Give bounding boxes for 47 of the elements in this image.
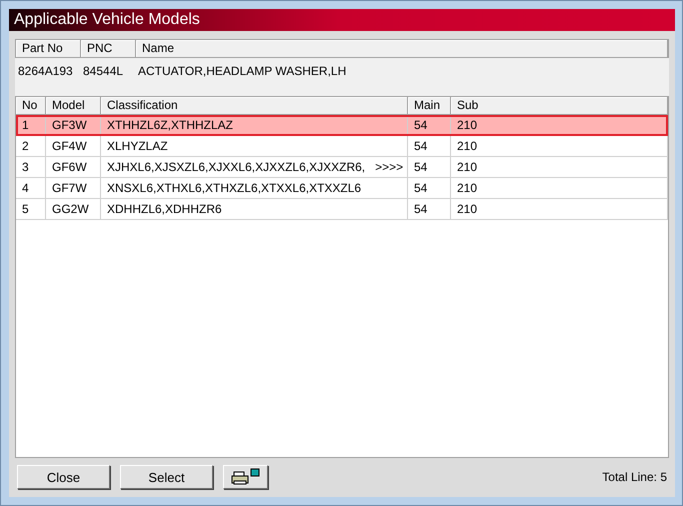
part-value: 84544L [82, 64, 124, 78]
column-header[interactable]: Part No [16, 40, 81, 57]
column-header[interactable]: Name [136, 40, 668, 57]
table-cell: GF3W [46, 115, 101, 135]
table-cell: 54 [408, 136, 451, 156]
table-cell: GF4W [46, 136, 101, 156]
table-cell: GF7W [46, 178, 101, 198]
table-cell: 5 [16, 199, 46, 219]
table-row[interactable]: 5 GG2W XDHHZL6,XDHHZR6 54 210 [16, 199, 668, 220]
column-header[interactable]: Model [46, 97, 101, 114]
table-cell: XDHHZL6,XDHHZR6 [101, 199, 408, 219]
column-header[interactable]: No [16, 97, 46, 114]
table-cell: 2 [16, 136, 46, 156]
printer-icon [230, 468, 260, 486]
part-value: ACTUATOR,HEADLAMP WASHER,LH [137, 64, 348, 78]
column-header[interactable]: Main [408, 97, 451, 114]
part-value: 8264A193 [17, 64, 74, 78]
table-cell: 210 [451, 178, 668, 198]
table-cell: 54 [408, 178, 451, 198]
table-row[interactable]: 1 GF3W XTHHZL6Z,XTHHZLAZ 54 210 [16, 115, 668, 136]
total-line-count: Total Line: 5 [602, 470, 667, 484]
action-button[interactable]: Select [120, 465, 213, 489]
table-cell: 1 [16, 115, 46, 135]
column-header[interactable]: PNC [81, 40, 136, 57]
table-cell: 54 [408, 115, 451, 135]
table-cell: XLHYZLAZ [101, 136, 408, 156]
table-cell: 4 [16, 178, 46, 198]
table-cell: XTHHZL6Z,XTHHZLAZ [101, 115, 408, 135]
table-cell: 210 [451, 136, 668, 156]
column-header[interactable]: Classification [101, 97, 408, 114]
table-cell: XJHXL6,XJSXZL6,XJXXL6,XJXXZL6,XJXXZR6, >>>> [101, 157, 408, 177]
table-cell: GF6W [46, 157, 101, 177]
table-row[interactable]: 2 GF4W XLHYZLAZ 54 210 [16, 136, 668, 157]
table-cell: 210 [451, 115, 668, 135]
table-row[interactable]: 4 GF7W XNSXL6,XTHXL6,XTHXZL6,XTXXL6,XTXXZL6 54 210 [16, 178, 668, 199]
window-title: Applicable Vehicle Models [9, 9, 675, 31]
table-row[interactable]: 3 GF6W XJHXL6,XJSXZL6,XJXXL6,XJXXZL6,XJXXZR6, >>>> 54 210 [16, 157, 668, 178]
action-button[interactable]: Close [17, 465, 110, 489]
table-cell: 54 [408, 157, 451, 177]
column-header[interactable]: Sub [451, 97, 668, 114]
print-button[interactable] [223, 465, 268, 489]
table-cell: 54 [408, 199, 451, 219]
table-cell: XNSXL6,XTHXL6,XTHXZL6,XTXXL6,XTXXZL6 [101, 178, 408, 198]
table-cell: 3 [16, 157, 46, 177]
table-cell: 210 [451, 157, 668, 177]
table-cell: 210 [451, 199, 668, 219]
table-cell: GG2W [46, 199, 101, 219]
